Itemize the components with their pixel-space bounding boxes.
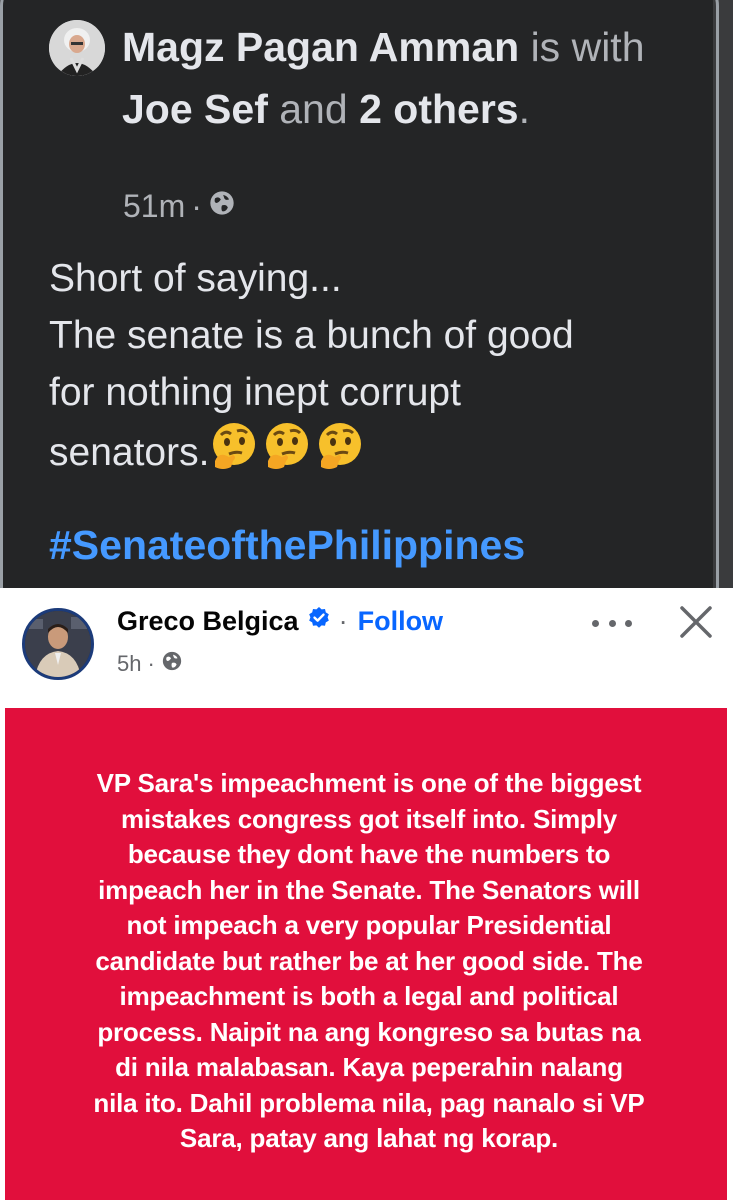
globe-icon[interactable]: [161, 650, 183, 678]
banner-line: process. Naipit na ang kongreso sa butas…: [97, 1016, 641, 1047]
post-text-line: Short of saying...: [49, 257, 342, 300]
thinking-face-icon: [266, 423, 309, 469]
tagged-person-link[interactable]: Joe Sef: [122, 86, 268, 132]
close-icon[interactable]: [676, 602, 716, 642]
banner-line: di nila malabasan. Kaya peperahin nalang: [115, 1052, 623, 1082]
others-count: 2: [359, 86, 382, 132]
more-dot: [608, 619, 616, 627]
avatar-image: [49, 20, 105, 76]
hashtag-link[interactable]: #SenateofthePhilippines: [49, 522, 525, 569]
thinking-face-icon: [319, 423, 362, 469]
banner-line: mistakes congress got itself into. Simpl…: [120, 803, 618, 834]
thinking-face-icon: [213, 423, 256, 469]
post-text-line: The senate is a bunch of good: [49, 314, 574, 357]
banner-line: nila ito. Dahil problema nila, pag nanal…: [93, 1087, 645, 1118]
is-word: is: [530, 24, 561, 70]
embedded-post: Greco Belgica · Follow 5h · VP Sara's im…: [0, 588, 733, 1200]
post-text-line: senators.: [49, 431, 210, 474]
banner-line: because they dont have the numbers to: [127, 839, 611, 869]
others-word: others: [393, 86, 519, 132]
post-meta: 51m ·: [123, 188, 236, 225]
post-timestamp[interactable]: 5h: [117, 651, 141, 677]
more-dot: [592, 619, 599, 627]
author-avatar[interactable]: [49, 20, 105, 76]
post-header-row: Greco Belgica · Follow: [117, 606, 443, 637]
banner-line: impeach her in the Senate. The Senators …: [98, 874, 640, 905]
post-text-line: for nothing inept corrupt: [49, 371, 461, 414]
with-word: with: [571, 24, 645, 70]
banner-line: Sara, patay ang lahat ng korap.: [179, 1123, 559, 1153]
banner-line: candidate but rather be at her good side…: [95, 945, 643, 976]
thinking-emojis: [209, 421, 365, 471]
more-dot: [625, 619, 632, 627]
follow-button[interactable]: Follow: [358, 606, 443, 637]
banner-line: VP Sara's impeachment is one of the bigg…: [96, 768, 642, 798]
shared-post-wrapper: Magz Pagan Amman is with Joe Sef and 2 o…: [0, 0, 733, 588]
banner-line: impeachment is both a legal and politica…: [119, 981, 619, 1011]
post-text-line-with-emoji: senators.: [49, 421, 709, 481]
meta-separator: ·: [191, 188, 202, 224]
author-name-link[interactable]: Magz Pagan Amman: [122, 24, 519, 70]
globe-icon[interactable]: [208, 188, 236, 225]
post-timestamp[interactable]: 51m: [123, 188, 185, 225]
and-word: and: [279, 86, 348, 132]
post-text: Short of saying... The senate is a bunch…: [49, 250, 709, 481]
author-name-link[interactable]: Greco Belgica: [117, 606, 299, 637]
others-count-link[interactable]: 2 others: [359, 86, 519, 132]
verified-badge-icon: [307, 606, 331, 637]
meta-separator: ·: [147, 651, 155, 676]
post-meta: 5h ·: [117, 650, 183, 678]
header-separator: ·: [338, 606, 348, 636]
header-period: .: [518, 86, 531, 132]
more-options-icon[interactable]: [592, 608, 632, 638]
text-background-post: VP Sara's impeachment is one of the bigg…: [5, 708, 727, 1200]
banner-line: not impeach a very popular Presidential: [126, 910, 612, 940]
post-header: Magz Pagan Amman is with Joe Sef and 2 o…: [122, 16, 682, 140]
avatar-image: [25, 611, 91, 677]
author-avatar[interactable]: [22, 608, 94, 680]
banner-text: VP Sara's impeachment is one of the bigg…: [11, 766, 727, 1157]
